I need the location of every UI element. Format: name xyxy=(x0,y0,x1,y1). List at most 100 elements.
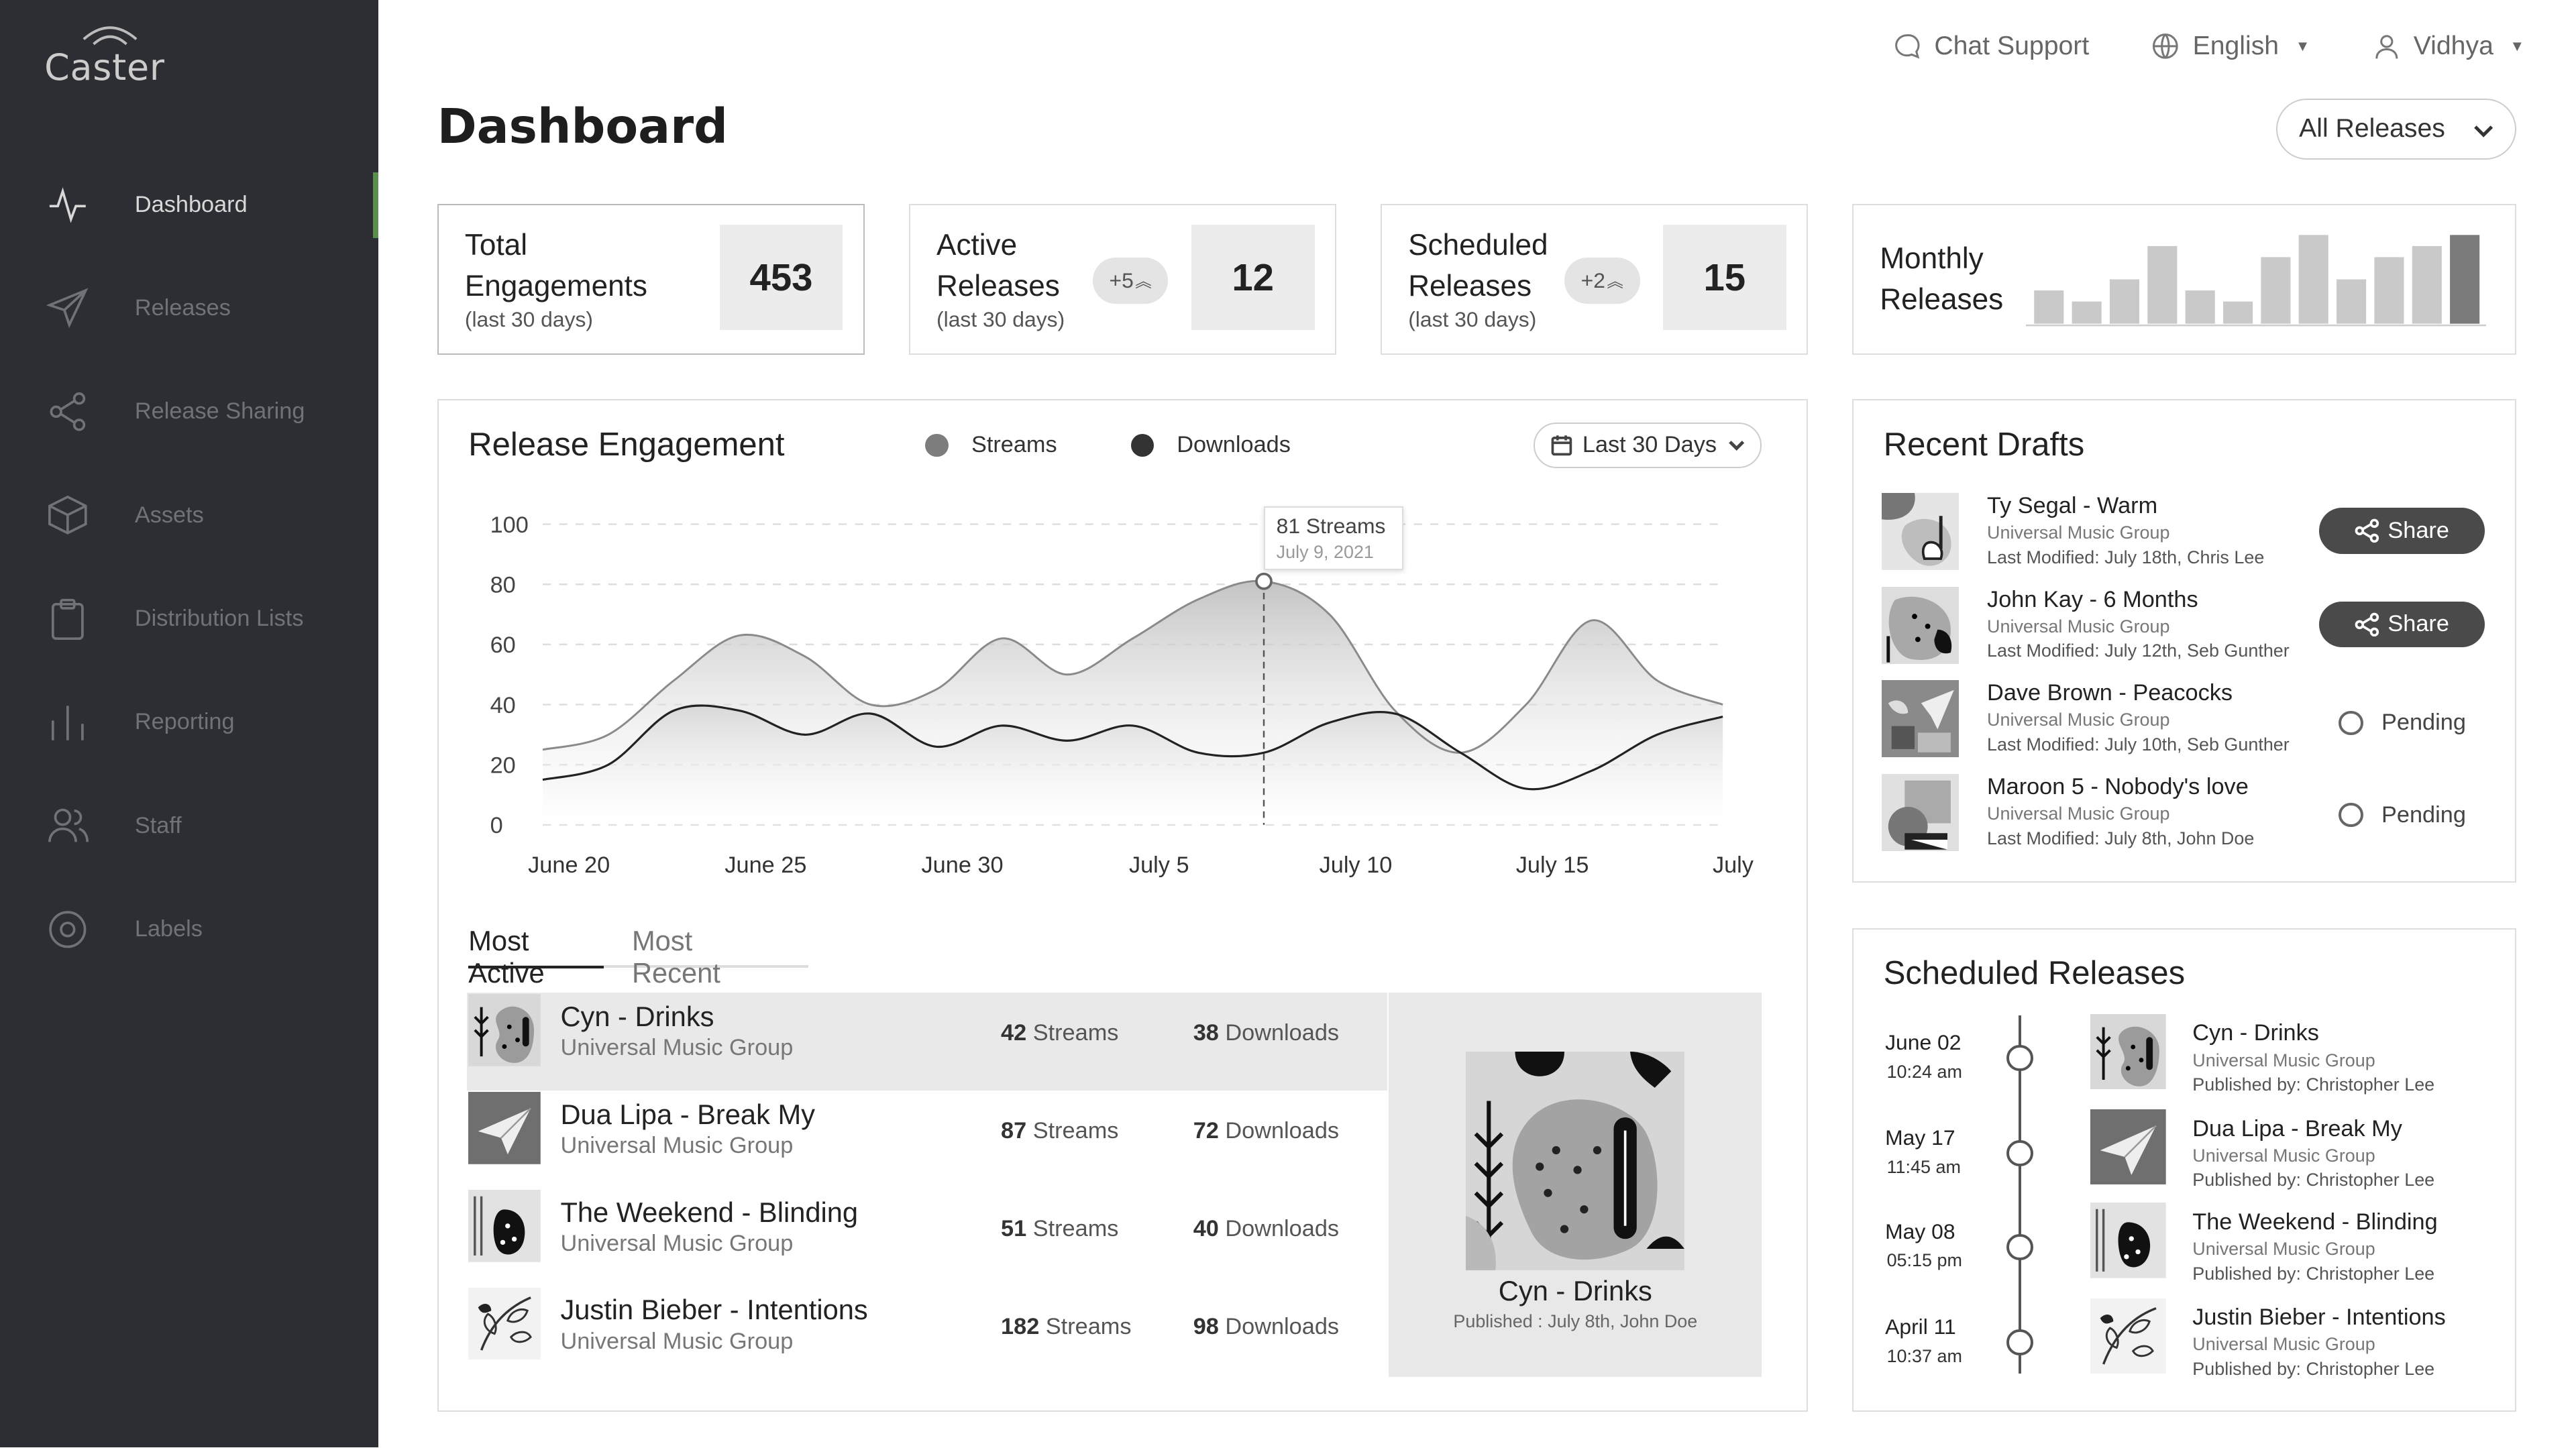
list-item[interactable]: Dua Lipa - Break My Universal Music Grou… xyxy=(467,1091,1387,1188)
download-count: 38 Downloads xyxy=(1193,1020,1340,1046)
calendar-icon xyxy=(1551,435,1572,456)
tab-most-active[interactable]: Most Active xyxy=(468,925,604,989)
chat-support-label: Chat Support xyxy=(1934,31,2090,60)
x-tick-label: June 20 xyxy=(528,852,610,878)
scheduled-title: Cyn - Drinks xyxy=(2192,1020,2319,1046)
monthly-bar xyxy=(2337,279,2367,324)
stat-value: 453 xyxy=(719,225,843,330)
monthly-bar xyxy=(2034,290,2064,324)
language-select[interactable]: English ▼ xyxy=(2151,32,2310,61)
scheduled-releases-card[interactable]: Scheduled Releases (last 30 days) +2 ︽ 15 xyxy=(1381,203,1808,355)
draft-item[interactable]: Dave Brown - Peacocks Universal Music Gr… xyxy=(1882,680,2490,763)
peak-point xyxy=(1254,572,1273,590)
top-bar: Chat Support English ▼ Vidhya ▼ xyxy=(1893,32,2576,61)
sidebar-item-releases[interactable]: Releases xyxy=(0,256,378,359)
sidebar-item-dashboard[interactable]: Dashboard xyxy=(0,153,378,256)
release-preview-panel[interactable]: Cyn - Drinks Published : July 8th, John … xyxy=(1389,992,1762,1378)
monthly-bar xyxy=(2450,234,2480,324)
disc-icon xyxy=(46,908,89,951)
stat-subtitle: (last 30 days) xyxy=(1408,307,1537,331)
release-filter-select[interactable]: All Releases xyxy=(2276,99,2516,160)
stream-count: 51 Streams xyxy=(1001,1215,1119,1241)
draft-item[interactable]: Ty Segal - Warm Universal Music Group La… xyxy=(1882,493,2490,575)
sidebar-item-label: Labels xyxy=(134,915,203,942)
scheduled-time: 10:24 am xyxy=(1886,1061,1962,1082)
stat-value: 12 xyxy=(1191,225,1315,330)
stat-title: Active Releases xyxy=(936,229,1060,303)
tab-most-recent[interactable]: Most Recent xyxy=(632,925,781,989)
sidebar-item-staff[interactable]: Staff xyxy=(0,774,378,877)
release-name: Justin Bieber - Intentions xyxy=(560,1294,868,1326)
scheduled-time: 05:15 pm xyxy=(1886,1250,1962,1271)
sidebar: Caster Dashboard Releases Release Sharin… xyxy=(0,0,378,1448)
scheduled-date: May 17 xyxy=(1885,1125,1955,1150)
legend-downloads: Downloads xyxy=(1130,432,1291,458)
list-item[interactable]: Cyn - Drinks Universal Music Group 42 St… xyxy=(466,992,1387,1091)
share-button[interactable]: Share xyxy=(2318,508,2485,554)
sidebar-item-distribution-lists[interactable]: Distribution Lists xyxy=(0,567,378,670)
release-name: Cyn - Drinks xyxy=(560,1001,714,1033)
scheduled-item[interactable]: May 17 11:45 am Dua Lipa - Break My Univ… xyxy=(1884,1109,2492,1221)
x-tick-label: June 30 xyxy=(921,852,1003,878)
sidebar-item-label: Release Sharing xyxy=(134,398,305,425)
scheduled-date: April 11 xyxy=(1885,1315,1956,1339)
y-tick-label: 80 xyxy=(490,572,515,598)
scheduled-item[interactable]: June 02 10:24 am Cyn - Drinks Universal … xyxy=(1884,1013,2492,1125)
sidebar-item-reporting[interactable]: Reporting xyxy=(0,671,378,774)
release-label: Universal Music Group xyxy=(560,1231,794,1257)
app-logo[interactable]: Caster xyxy=(44,46,165,89)
list-item[interactable]: The Weekend - Blinding Universal Music G… xyxy=(467,1188,1387,1286)
draft-item[interactable]: Maroon 5 - Nobody's love Universal Music… xyxy=(1882,773,2490,856)
scheduled-item[interactable]: April 11 10:37 am Justin Bieber - Intent… xyxy=(1884,1298,2492,1410)
album-art-thumbnail xyxy=(468,1189,541,1262)
share-icon xyxy=(46,390,89,433)
scheduled-title: The Weekend - Blinding xyxy=(2192,1209,2438,1235)
stat-title: Monthly Releases xyxy=(1880,241,2004,317)
scheduled-title: Dua Lipa - Break My xyxy=(2192,1115,2402,1141)
scheduled-releases-title: Scheduled Releases xyxy=(1883,955,2186,992)
monthly-releases-card[interactable]: Monthly Releases xyxy=(1852,203,2516,355)
x-tick-label: July 10 xyxy=(1319,852,1392,878)
globe-icon xyxy=(2153,33,2179,59)
chart-tooltip: 81 Streams July 9, 2021 xyxy=(1263,506,1403,571)
chat-support-link[interactable]: Chat Support xyxy=(1893,32,2089,61)
stream-count: 42 Streams xyxy=(1001,1020,1119,1046)
share-button[interactable]: Share xyxy=(2318,601,2485,648)
x-tick-label: June 25 xyxy=(724,852,806,878)
preview-album-art xyxy=(1466,1051,1685,1270)
users-icon xyxy=(46,804,89,847)
sidebar-item-labels[interactable]: Labels xyxy=(0,877,378,981)
active-releases-card[interactable]: Active Releases (last 30 days) +5 ︽ 12 xyxy=(908,203,1336,355)
change-badge: +2 ︽ xyxy=(1564,258,1640,304)
date-range-select[interactable]: Last 30 Days xyxy=(1533,422,1762,469)
x-tick-label: July 20 xyxy=(1712,852,1758,878)
total-engagements-card[interactable]: Total Engagements (last 30 days) 453 xyxy=(437,203,865,355)
chat-bubble-icon xyxy=(1895,34,1920,59)
double-chevron-up-icon: ︽ xyxy=(1607,272,1623,291)
monthly-bar xyxy=(2147,245,2178,324)
draft-title: Maroon 5 - Nobody's love xyxy=(1987,773,2249,799)
album-art-thumbnail xyxy=(1882,586,1960,664)
y-tick-label: 0 xyxy=(490,813,502,838)
release-label: Universal Music Group xyxy=(560,1328,794,1354)
sidebar-item-release-sharing[interactable]: Release Sharing xyxy=(0,360,378,463)
draft-item[interactable]: John Kay - 6 Months Universal Music Grou… xyxy=(1882,586,2490,669)
scheduled-item[interactable]: May 08 05:15 pm The Weekend - Blinding U… xyxy=(1884,1203,2492,1315)
sidebar-item-label: Dashboard xyxy=(134,191,248,217)
sidebar-item-assets[interactable]: Assets xyxy=(0,463,378,567)
user-name: Vidhya xyxy=(2413,31,2493,60)
list-item[interactable]: Justin Bieber - Intentions Universal Mus… xyxy=(467,1286,1387,1384)
timeline-node xyxy=(2006,1329,2033,1356)
sidebar-item-label: Staff xyxy=(134,812,182,838)
stream-count: 87 Streams xyxy=(1001,1118,1119,1144)
timeline-node xyxy=(2006,1140,2033,1167)
clipboard-icon xyxy=(46,598,89,641)
scheduled-date: June 02 xyxy=(1885,1030,1962,1055)
album-art-thumbnail xyxy=(468,994,541,1067)
album-art-thumbnail xyxy=(1882,773,1960,852)
album-art-thumbnail xyxy=(468,1287,541,1360)
user-menu[interactable]: Vidhya ▼ xyxy=(2373,31,2524,61)
draft-title: Ty Segal - Warm xyxy=(1987,493,2158,518)
recent-drafts-title: Recent Drafts xyxy=(1883,426,2085,463)
album-art-thumbnail xyxy=(2090,1203,2167,1279)
